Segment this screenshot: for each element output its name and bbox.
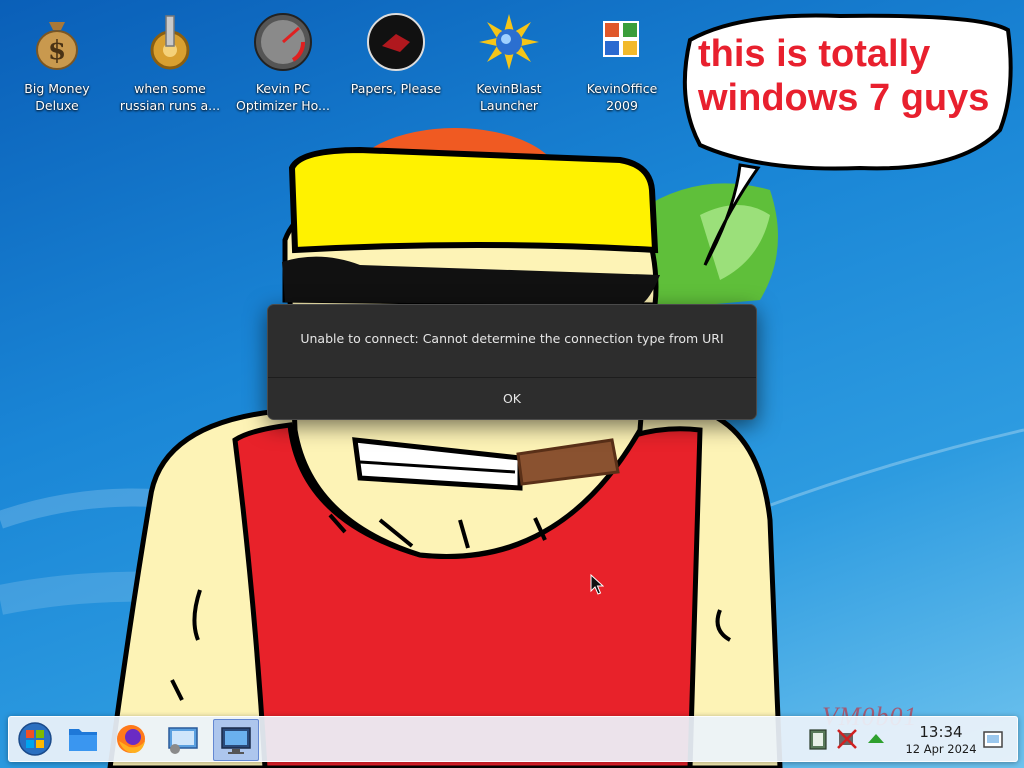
firefox-button[interactable] (109, 719, 153, 759)
starburst-icon (479, 14, 539, 70)
clock-time[interactable]: 13:34 (895, 723, 987, 741)
speech-bubble-text: this is totally windows 7 guys (698, 33, 990, 119)
tray-clipboard[interactable] (806, 727, 830, 751)
money-bag-icon: $ (36, 22, 78, 70)
desktop-icon-papers-please[interactable]: Papers, Please (344, 4, 448, 97)
tray-network[interactable] (835, 727, 859, 751)
system-settings-button[interactable] (161, 719, 205, 759)
show-desktop-button[interactable] (981, 727, 1005, 751)
desktop-icon-kevinoffice-2009[interactable]: KevinOffice 2009 (570, 4, 674, 114)
show-desktop-icon (983, 731, 1003, 748)
file-manager-button[interactable] (61, 719, 105, 759)
clock-date[interactable]: 12 Apr 2024 (889, 742, 993, 756)
desktop-icon-russian-runs[interactable]: when some russian runs a... (118, 4, 222, 114)
cog-icon (150, 15, 190, 70)
office-logo-icon (603, 21, 639, 57)
desktop-icon-big-money-deluxe[interactable]: $ Big Money Deluxe (5, 4, 109, 114)
desktop[interactable]: $ Big Money Deluxe when some russian run… (0, 0, 1024, 768)
ok-button[interactable]: OK (268, 378, 756, 419)
start-orb-icon (18, 722, 52, 756)
mouse-cursor-icon (590, 574, 604, 595)
taskbar: 13:34 12 Apr 2024 (8, 716, 1018, 762)
desktop-icon-kevin-pc-optimizer[interactable]: Kevin PC Optimizer Ho... (231, 4, 335, 114)
desktop-icon-label: KevinBlast Launcher (476, 81, 542, 113)
show-hidden-icons-arrow-icon (868, 734, 884, 743)
remote-desktop-button[interactable] (213, 719, 259, 761)
papers-please-icon (367, 13, 425, 71)
system-settings-icon (168, 727, 198, 754)
desktop-icon-label: Kevin PC Optimizer Ho... (236, 81, 330, 113)
desktop-icon-label: Papers, Please (350, 81, 442, 96)
network-disconnected-icon (837, 729, 857, 749)
speedometer-icon (254, 13, 312, 71)
desktop-icon-label: KevinOffice 2009 (586, 81, 658, 113)
desktop-icon-kevinblast-launcher[interactable]: KevinBlast Launcher (457, 4, 561, 114)
remote-desktop-icon (221, 727, 251, 754)
desktop-icon-label: when some russian runs a... (119, 81, 221, 113)
dialog-message: Unable to connect: Cannot determine the … (300, 331, 724, 346)
tray-expander[interactable] (864, 727, 888, 751)
svg-text:$: $ (48, 36, 66, 66)
desktop-icon-label: Big Money Deluxe (24, 81, 90, 113)
clipboard-icon (809, 729, 827, 750)
file-manager-icon (69, 729, 97, 751)
start-button[interactable] (13, 719, 57, 759)
error-dialog: Unable to connect: Cannot determine the … (267, 304, 757, 420)
firefox-icon (117, 725, 145, 753)
